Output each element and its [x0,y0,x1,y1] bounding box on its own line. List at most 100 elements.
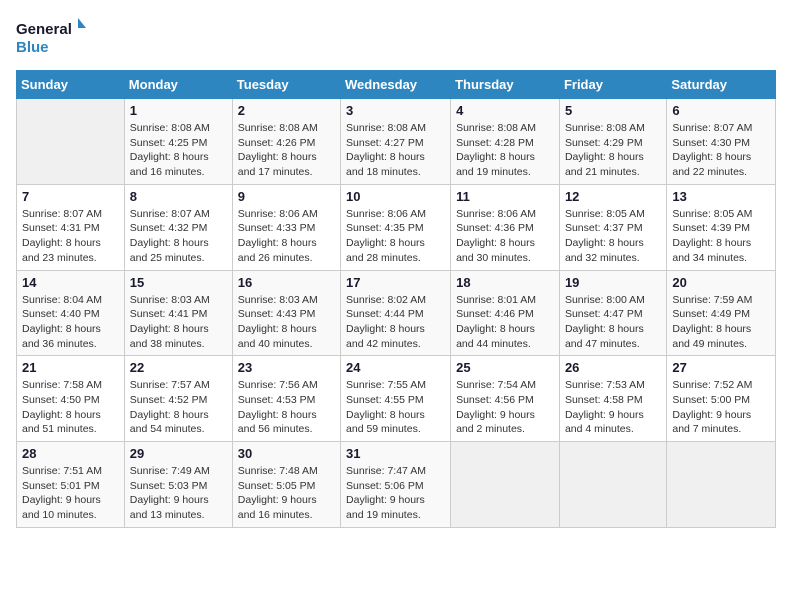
day-info: Sunrise: 8:08 AM Sunset: 4:27 PM Dayligh… [346,121,445,180]
day-cell [17,99,125,185]
day-number: 29 [130,446,227,461]
day-cell: 14Sunrise: 8:04 AM Sunset: 4:40 PM Dayli… [17,270,125,356]
day-cell: 29 Sunrise: 7:49 AM Sunset: 5:03 PM Dayli… [124,442,232,528]
col-header-monday: Monday [124,71,232,99]
day-number: 22 [130,360,227,375]
col-header-wednesday: Wednesday [341,71,451,99]
calendar-table: SundayMondayTuesdayWednesdayThursdayFrid… [16,70,776,528]
day-number: 20 [672,275,770,290]
day-number: 10 [346,189,445,204]
day-cell: 3 Sunrise: 8:08 AM Sunset: 4:27 PM Daylig… [341,99,451,185]
day-number: 1 [130,103,227,118]
col-header-friday: Friday [559,71,666,99]
day-number: 18 [456,275,554,290]
day-cell: 12 Sunrise: 8:05 AM Sunset: 4:37 PM Dayli… [559,184,666,270]
day-info: Sunrise: 7:49 AM Sunset: 5:03 PM Dayligh… [130,464,227,523]
day-cell: 23 Sunrise: 7:56 AM Sunset: 4:53 PM Dayli… [232,356,340,442]
day-number: 19 [565,275,661,290]
col-header-thursday: Thursday [451,71,560,99]
day-cell: 8 Sunrise: 8:07 AM Sunset: 4:32 PM Daylig… [124,184,232,270]
day-info: Sunrise: 8:06 AM Sunset: 4:36 PM Dayligh… [456,207,554,266]
day-number: 17 [346,275,445,290]
day-cell: 27 Sunrise: 7:52 AM Sunset: 5:00 PM Dayli… [667,356,776,442]
day-number: 27 [672,360,770,375]
logo-svg: General Blue [16,16,86,58]
day-info: Sunrise: 7:59 AM Sunset: 4:49 PM Dayligh… [672,293,770,352]
day-number: 9 [238,189,335,204]
day-cell: 21 Sunrise: 7:58 AM Sunset: 4:50 PM Dayli… [17,356,125,442]
day-number: 11 [456,189,554,204]
day-info: Sunrise: 8:07 AM Sunset: 4:30 PM Dayligh… [672,121,770,180]
page-header: General Blue [16,16,776,58]
day-cell: 19 Sunrise: 8:00 AM Sunset: 4:47 PM Dayli… [559,270,666,356]
day-info: Sunrise: 7:54 AM Sunset: 4:56 PM Dayligh… [456,378,554,437]
day-number: 2 [238,103,335,118]
day-info: Sunrise: 8:03 AM Sunset: 4:41 PM Dayligh… [130,293,227,352]
day-cell: 16 Sunrise: 8:03 AM Sunset: 4:43 PM Dayli… [232,270,340,356]
day-number: 15 [130,275,227,290]
day-cell: 1 Sunrise: 8:08 AM Sunset: 4:25 PM Daylig… [124,99,232,185]
day-cell: 26Sunrise: 7:53 AM Sunset: 4:58 PM Dayli… [559,356,666,442]
day-cell: 31 Sunrise: 7:47 AM Sunset: 5:06 PM Dayli… [341,442,451,528]
col-header-sunday: Sunday [17,71,125,99]
day-number: 13 [672,189,770,204]
day-cell: 5Sunrise: 8:08 AM Sunset: 4:29 PM Daylig… [559,99,666,185]
day-cell [667,442,776,528]
day-cell: 4 Sunrise: 8:08 AM Sunset: 4:28 PM Daylig… [451,99,560,185]
day-cell: 30Sunrise: 7:48 AM Sunset: 5:05 PM Dayli… [232,442,340,528]
day-cell: 25 Sunrise: 7:54 AM Sunset: 4:56 PM Dayli… [451,356,560,442]
week-row-2: 7Sunrise: 8:07 AM Sunset: 4:31 PM Daylig… [17,184,776,270]
week-row-1: 1 Sunrise: 8:08 AM Sunset: 4:25 PM Daylig… [17,99,776,185]
week-row-5: 28Sunrise: 7:51 AM Sunset: 5:01 PM Dayli… [17,442,776,528]
day-info: Sunrise: 8:01 AM Sunset: 4:46 PM Dayligh… [456,293,554,352]
day-number: 8 [130,189,227,204]
day-cell: 6 Sunrise: 8:07 AM Sunset: 4:30 PM Daylig… [667,99,776,185]
day-info: Sunrise: 8:08 AM Sunset: 4:25 PM Dayligh… [130,121,227,180]
svg-text:General: General [16,21,72,38]
day-info: Sunrise: 8:07 AM Sunset: 4:32 PM Dayligh… [130,207,227,266]
day-number: 30 [238,446,335,461]
day-cell: 17Sunrise: 8:02 AM Sunset: 4:44 PM Dayli… [341,270,451,356]
day-info: Sunrise: 8:00 AM Sunset: 4:47 PM Dayligh… [565,293,661,352]
day-number: 6 [672,103,770,118]
day-info: Sunrise: 8:04 AM Sunset: 4:40 PM Dayligh… [22,293,119,352]
day-number: 24 [346,360,445,375]
day-cell [451,442,560,528]
week-row-4: 21 Sunrise: 7:58 AM Sunset: 4:50 PM Dayli… [17,356,776,442]
week-row-3: 14Sunrise: 8:04 AM Sunset: 4:40 PM Dayli… [17,270,776,356]
logo: General Blue [16,16,86,58]
day-info: Sunrise: 8:06 AM Sunset: 4:33 PM Dayligh… [238,207,335,266]
day-info: Sunrise: 8:05 AM Sunset: 4:37 PM Dayligh… [565,207,661,266]
day-cell [559,442,666,528]
day-number: 25 [456,360,554,375]
day-number: 12 [565,189,661,204]
day-number: 28 [22,446,119,461]
day-info: Sunrise: 8:05 AM Sunset: 4:39 PM Dayligh… [672,207,770,266]
day-info: Sunrise: 8:03 AM Sunset: 4:43 PM Dayligh… [238,293,335,352]
day-number: 23 [238,360,335,375]
day-cell: 7Sunrise: 8:07 AM Sunset: 4:31 PM Daylig… [17,184,125,270]
day-info: Sunrise: 7:58 AM Sunset: 4:50 PM Dayligh… [22,378,119,437]
day-info: Sunrise: 7:52 AM Sunset: 5:00 PM Dayligh… [672,378,770,437]
day-number: 16 [238,275,335,290]
day-number: 4 [456,103,554,118]
day-info: Sunrise: 8:07 AM Sunset: 4:31 PM Dayligh… [22,207,119,266]
col-header-saturday: Saturday [667,71,776,99]
day-info: Sunrise: 7:55 AM Sunset: 4:55 PM Dayligh… [346,378,445,437]
day-info: Sunrise: 7:53 AM Sunset: 4:58 PM Dayligh… [565,378,661,437]
day-cell: 9 Sunrise: 8:06 AM Sunset: 4:33 PM Daylig… [232,184,340,270]
day-number: 31 [346,446,445,461]
day-info: Sunrise: 8:08 AM Sunset: 4:29 PM Dayligh… [565,121,661,180]
day-cell: 22 Sunrise: 7:57 AM Sunset: 4:52 PM Dayli… [124,356,232,442]
day-cell: 20 Sunrise: 7:59 AM Sunset: 4:49 PM Dayli… [667,270,776,356]
day-cell: 28Sunrise: 7:51 AM Sunset: 5:01 PM Dayli… [17,442,125,528]
day-cell: 13 Sunrise: 8:05 AM Sunset: 4:39 PM Dayli… [667,184,776,270]
day-number: 3 [346,103,445,118]
day-info: Sunrise: 8:08 AM Sunset: 4:28 PM Dayligh… [456,121,554,180]
col-header-tuesday: Tuesday [232,71,340,99]
day-info: Sunrise: 7:57 AM Sunset: 4:52 PM Dayligh… [130,378,227,437]
day-number: 21 [22,360,119,375]
day-info: Sunrise: 7:47 AM Sunset: 5:06 PM Dayligh… [346,464,445,523]
day-info: Sunrise: 7:56 AM Sunset: 4:53 PM Dayligh… [238,378,335,437]
day-cell: 24 Sunrise: 7:55 AM Sunset: 4:55 PM Dayli… [341,356,451,442]
